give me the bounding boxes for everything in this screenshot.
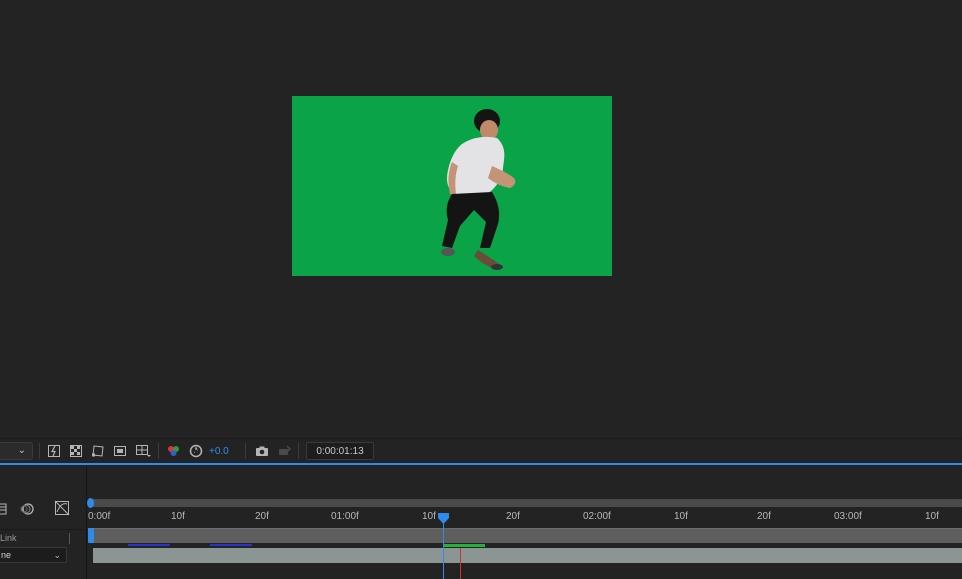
viewer-toolbar: ⌄ +0.0 0:00:01:13 [0, 438, 962, 462]
render-cache-segment [128, 544, 170, 546]
composition-viewer[interactable] [0, 0, 962, 438]
comp-flowchart-button[interactable] [0, 501, 8, 520]
empty-track-area [88, 564, 962, 579]
parent-link-label: Link [0, 533, 17, 543]
toolbar-divider [298, 443, 299, 459]
show-channel-button[interactable] [166, 442, 182, 460]
ruler-label: 03:00f [834, 511, 862, 522]
time-ruler[interactable]: 0:00f 10f 20f 01:00f 10f 20f 02:00f 10f … [88, 509, 962, 527]
rgb-channels-icon [168, 446, 179, 456]
show-snapshot-icon [279, 445, 291, 455]
camera-icon [255, 446, 268, 456]
toolbar-divider [245, 443, 246, 459]
column-divider [69, 533, 70, 544]
mask-path-visibility-button[interactable] [90, 442, 106, 460]
ruler-label: 01:00f [331, 511, 359, 522]
ruler-label: 20f [757, 511, 771, 522]
layer-mode-row: ne ⌄ [0, 547, 87, 564]
exposure-aperture-icon [189, 444, 203, 458]
ruler-label: 10f [925, 511, 939, 522]
transparency-grid-icon [70, 445, 82, 457]
toolbar-divider [158, 443, 159, 459]
parent-mode-dropdown[interactable]: ne ⌄ [0, 547, 67, 563]
after-effects-window: ⌄ +0.0 0:00:01:13 Link ne ⌄ 0:00f 10f 20… [0, 0, 962, 579]
time-marker [460, 548, 461, 579]
current-time-indicator-head[interactable] [438, 513, 449, 524]
layers-stack-icon [0, 503, 7, 515]
reset-exposure-button[interactable] [188, 442, 204, 460]
green-screen-subject-image [441, 109, 516, 270]
time-navigator-start-handle[interactable] [87, 498, 94, 508]
layer-controls-panel: Link ne ⌄ [0, 465, 87, 579]
ruler-label: 0:00f [88, 511, 111, 522]
ruler-label: 10f [422, 511, 436, 522]
take-snapshot-button[interactable] [253, 442, 270, 460]
composition-frame[interactable] [292, 96, 612, 276]
work-area-bar[interactable] [88, 528, 962, 543]
graph-editor-icon [54, 500, 70, 516]
chevron-down-icon: ⌄ [17, 445, 26, 456]
transparency-grid-button[interactable] [68, 442, 84, 460]
mask-visibility-icon [92, 445, 104, 457]
ruler-label: 10f [674, 511, 688, 522]
region-of-interest-icon [114, 446, 126, 456]
current-time-indicator-line[interactable] [443, 515, 444, 579]
mode-value: ne [1, 550, 12, 560]
current-time-field[interactable]: 0:00:01:13 [306, 442, 374, 460]
grid-guides-icon [136, 445, 151, 457]
motion-blur-icon [20, 503, 34, 515]
render-cache-segment [210, 544, 252, 546]
fast-previews-button[interactable] [46, 442, 62, 460]
timeline-panel: Link ne ⌄ 0:00f 10f 20f 01:00f 10f 20f 0… [0, 465, 962, 579]
ruler-label: 02:00f [583, 511, 611, 522]
region-of-interest-button[interactable] [112, 442, 128, 460]
show-snapshot-button[interactable] [276, 442, 292, 460]
work-area-start-handle[interactable] [88, 528, 94, 543]
motion-blur-switch[interactable] [20, 501, 36, 520]
exposure-value[interactable]: +0.0 [209, 442, 229, 460]
magnification-dropdown[interactable]: ⌄ [0, 442, 33, 460]
toolbar-divider [39, 443, 40, 459]
ruler-label: 20f [506, 511, 520, 522]
grid-and-guides-button[interactable] [134, 442, 152, 460]
fast-previews-icon [48, 445, 60, 457]
layer-switches-row: Link [0, 529, 87, 546]
ruler-label: 20f [255, 511, 269, 522]
chevron-down-icon: ⌄ [53, 550, 61, 560]
time-navigator-bar[interactable] [90, 499, 962, 507]
layer-duration-bar[interactable] [93, 548, 962, 563]
graph-editor-button[interactable] [54, 500, 70, 520]
ruler-label: 10f [171, 511, 185, 522]
cached-frames-segment [444, 544, 485, 547]
